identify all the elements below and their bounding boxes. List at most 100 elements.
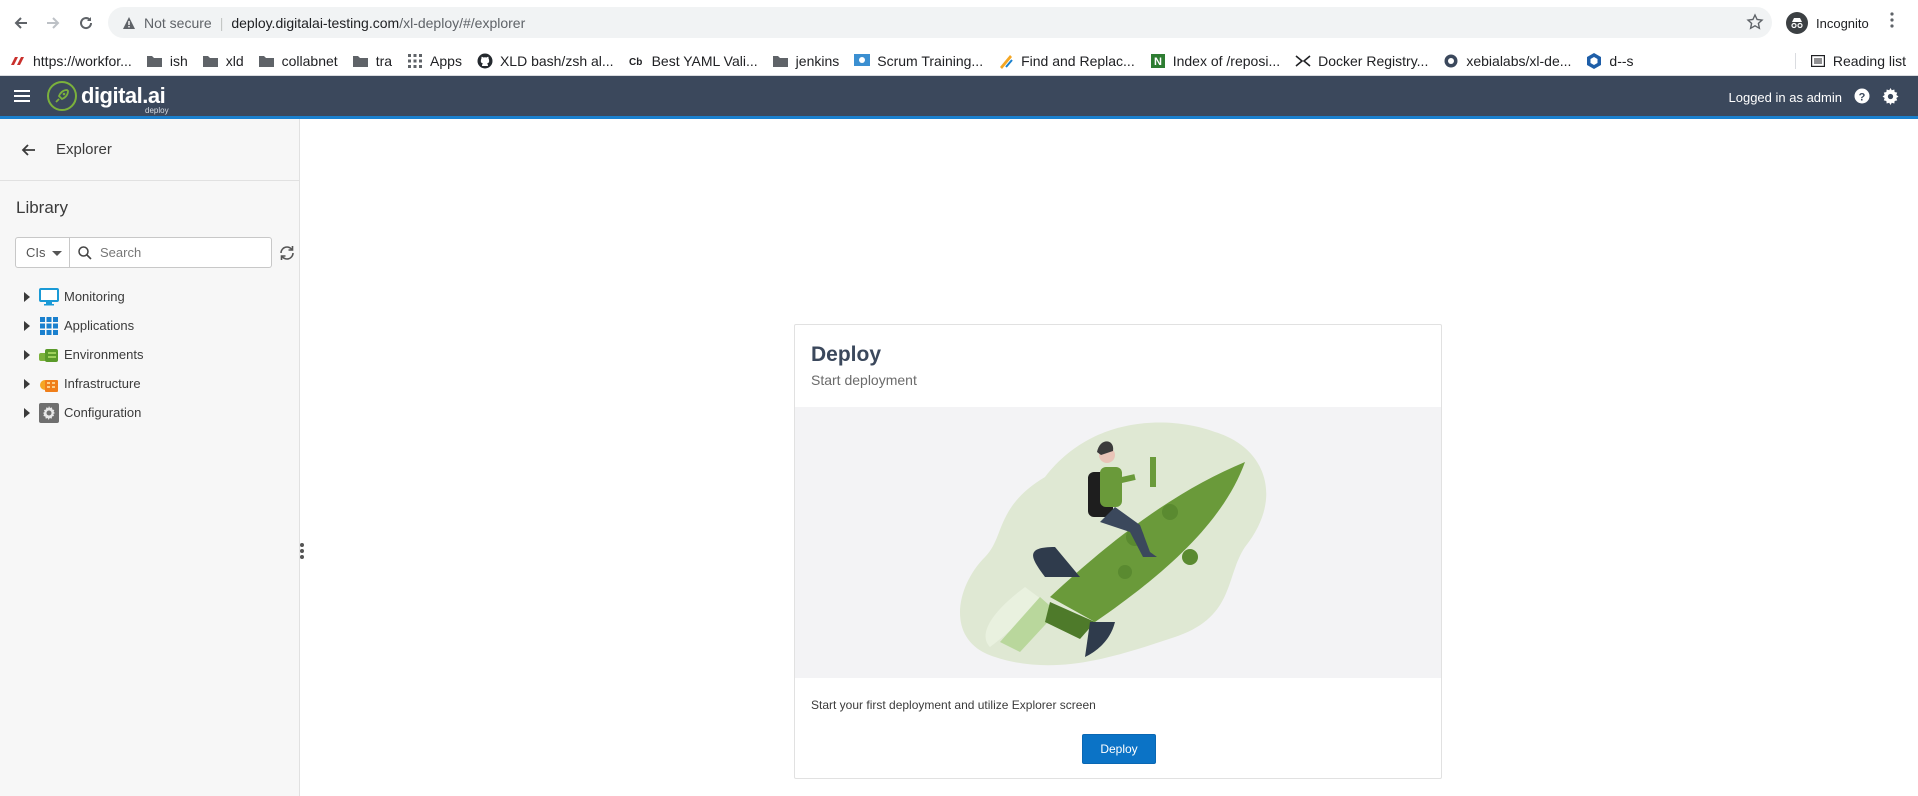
browser-toolbar: Not secure | deploy.digitalai-testing.co… [0, 0, 1918, 46]
url-host: deploy.digitalai-testing.com [231, 14, 400, 31]
incognito-icon [1786, 12, 1808, 34]
logo-subtitle: deploy [145, 106, 169, 115]
github-icon [477, 53, 493, 69]
star-icon[interactable] [1746, 13, 1764, 31]
bookmark-item[interactable]: Cb Best YAML Vali... [629, 53, 758, 69]
expand-triangle-icon[interactable] [24, 349, 30, 360]
bookmark-folder[interactable]: jenkins [773, 52, 840, 69]
hex-icon [1586, 52, 1602, 69]
search-input[interactable] [100, 245, 260, 260]
docker-icon [1295, 53, 1311, 69]
bookmark-item[interactable]: https://workfor... [10, 53, 132, 69]
rocket-logo-icon [47, 81, 77, 111]
environments-icon [39, 345, 59, 365]
tree-item-monitoring[interactable]: Monitoring [24, 282, 143, 311]
incognito-label: Incognito [1816, 15, 1869, 31]
tree-item-environments[interactable]: Environments [24, 340, 143, 369]
infrastructure-icon [39, 374, 59, 394]
settings-gear-icon[interactable] [1882, 88, 1900, 106]
bookmark-folder[interactable]: collabnet [259, 53, 338, 69]
library-tree: Monitoring Applications Environments Inf… [24, 282, 143, 427]
bookmark-label: XLD bash/zsh al... [499, 52, 614, 69]
explorer-sidebar: Explorer Library CIs Monitoring Applicat… [0, 119, 300, 796]
folder-icon [773, 53, 789, 69]
url-path: /xl-deploy/#/explorer [399, 14, 526, 31]
expand-triangle-icon[interactable] [24, 291, 30, 302]
ci-type-select[interactable]: CIs [15, 237, 70, 268]
reading-list-button[interactable]: Reading list [1794, 52, 1906, 69]
bookmark-label: Find and Replac... [1021, 52, 1135, 69]
reading-list-label: Reading list [1832, 52, 1906, 69]
arrow-left-icon [14, 17, 27, 29]
applications-grid-icon [39, 316, 59, 336]
cb-icon: Cb [629, 53, 645, 69]
arrow-right-icon [47, 17, 60, 29]
library-search-box[interactable] [70, 237, 272, 268]
url-separator: | [219, 14, 224, 31]
site-icon [998, 53, 1014, 69]
folder-icon [353, 53, 369, 69]
tree-item-configuration[interactable]: Configuration [24, 398, 143, 427]
card-description: Start your first deployment and utilize … [811, 698, 1096, 712]
folder-icon [147, 53, 163, 69]
deploy-button[interactable]: Deploy [1082, 734, 1156, 764]
site-icon [10, 53, 26, 69]
bookmark-item[interactable]: Scrum Training... [854, 53, 983, 69]
tree-item-applications[interactable]: Applications [24, 311, 143, 340]
bookmark-folder[interactable]: xld [203, 53, 244, 69]
bookmark-item[interactable]: xebialabs/xl-de... [1443, 53, 1571, 69]
bookmark-label: xld [225, 52, 244, 69]
tree-item-label: Configuration [64, 405, 142, 420]
expand-triangle-icon[interactable] [24, 320, 30, 331]
deploy-card: Deploy Start deployment Start your first… [794, 324, 1442, 779]
svg-text:N: N [1154, 56, 1162, 68]
bookmark-label: Docker Registry... [1318, 52, 1429, 69]
bookmark-label: d--s [1609, 52, 1634, 69]
bookmark-label: Apps [430, 52, 462, 69]
bookmark-folder[interactable]: ish [147, 53, 188, 69]
more-vert-icon [1890, 12, 1894, 28]
bookmark-folder[interactable]: tra [353, 53, 392, 69]
sidebar-title: Explorer [56, 141, 112, 158]
bookmark-label: ish [169, 52, 188, 69]
hamburger-menu-icon[interactable] [14, 90, 30, 104]
incognito-indicator[interactable]: Incognito [1786, 10, 1869, 36]
bookmark-item[interactable]: N Index of /reposi... [1150, 53, 1280, 69]
address-bar[interactable]: Not secure | deploy.digitalai-testing.co… [108, 7, 1772, 38]
folder-icon [259, 53, 275, 69]
library-search-row: CIs [15, 237, 296, 268]
back-button[interactable] [9, 11, 33, 35]
browser-menu-button[interactable] [1890, 12, 1894, 33]
refresh-icon[interactable] [278, 244, 296, 262]
expand-triangle-icon[interactable] [24, 407, 30, 418]
bookmark-item[interactable]: XLD bash/zsh al... [477, 53, 614, 69]
back-arrow-icon[interactable] [20, 142, 36, 158]
app-logo[interactable]: digital.ai deploy [47, 81, 169, 115]
bookmark-label: Scrum Training... [877, 52, 984, 69]
reading-list-icon [1810, 53, 1826, 69]
bookmark-apps[interactable]: Apps [407, 53, 462, 69]
expand-triangle-icon[interactable] [24, 378, 30, 389]
tree-item-label: Infrastructure [64, 376, 141, 391]
bookmark-label: jenkins [795, 52, 840, 69]
svg-text:?: ? [1859, 91, 1866, 103]
sidebar-resize-handle[interactable] [300, 543, 306, 561]
rocket-illustration [795, 407, 1441, 678]
search-icon [78, 245, 92, 260]
bookmark-item[interactable]: Docker Registry... [1295, 53, 1428, 69]
help-icon[interactable]: ? [1854, 88, 1872, 106]
bookmark-item[interactable]: d--s [1586, 52, 1634, 69]
site-icon [854, 53, 871, 69]
app-header: digital.ai deploy Logged in as admin ? [0, 76, 1918, 118]
tree-item-infrastructure[interactable]: Infrastructure [24, 369, 143, 398]
warning-icon [123, 16, 135, 29]
reload-button[interactable] [74, 11, 98, 35]
bookmark-label: collabnet [281, 52, 338, 69]
bookmark-label: Index of /reposi... [1172, 52, 1281, 69]
tree-item-label: Monitoring [64, 289, 125, 304]
forward-button[interactable] [41, 11, 65, 35]
bookmarks-bar: https://workfor... ish xld collabnet tra… [0, 46, 1918, 76]
rocket-rider-illustration [960, 422, 1267, 666]
bookmark-item[interactable]: Find and Replac... [998, 53, 1135, 69]
site-icon [1443, 53, 1459, 69]
